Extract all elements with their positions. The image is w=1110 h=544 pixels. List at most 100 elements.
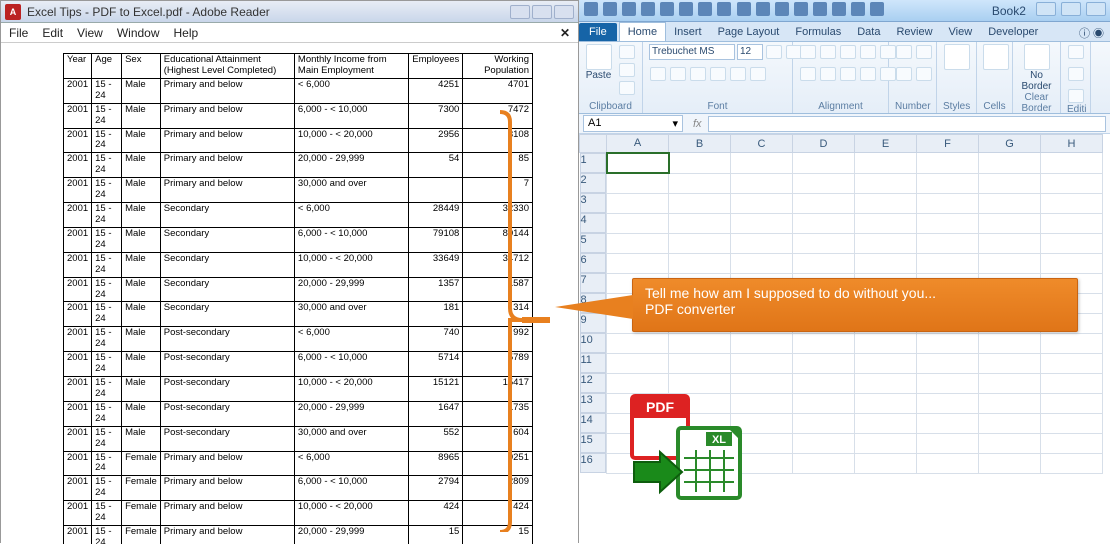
autosum-icon[interactable] [1068, 45, 1084, 59]
align-center-icon[interactable] [820, 67, 836, 81]
cell[interactable] [979, 373, 1041, 393]
cell[interactable] [917, 373, 979, 393]
cell[interactable] [607, 333, 669, 353]
paste-button[interactable]: Paste [585, 44, 612, 81]
select-all-corner[interactable] [580, 135, 607, 153]
cell[interactable] [917, 453, 979, 473]
cell[interactable] [1041, 453, 1103, 473]
cell[interactable] [607, 193, 669, 213]
cell[interactable] [793, 193, 855, 213]
cell[interactable] [1041, 213, 1103, 233]
cell[interactable] [793, 373, 855, 393]
increase-font-icon[interactable] [766, 45, 782, 59]
cell[interactable] [979, 393, 1041, 413]
qat-undo-icon[interactable] [622, 2, 636, 16]
cell[interactable] [607, 173, 669, 193]
cell[interactable] [731, 173, 793, 193]
cell[interactable] [793, 153, 855, 174]
cell[interactable] [855, 213, 917, 233]
qat-chevron-icon[interactable] [870, 2, 884, 16]
cell[interactable] [793, 453, 855, 473]
cut-icon[interactable] [619, 45, 635, 59]
ribbon-help-icon[interactable]: ⓘ ◉ [1073, 25, 1110, 41]
cell[interactable] [731, 233, 793, 253]
row-header[interactable]: 15 [580, 433, 606, 453]
cell[interactable] [1041, 333, 1103, 353]
cell[interactable] [793, 173, 855, 193]
cell[interactable] [979, 153, 1041, 174]
cell[interactable] [855, 233, 917, 253]
cell[interactable] [669, 253, 731, 273]
cell[interactable] [731, 353, 793, 373]
cell[interactable] [607, 373, 669, 393]
qat-item2-icon[interactable] [794, 2, 808, 16]
minimize-button[interactable] [510, 5, 530, 19]
cell[interactable] [607, 153, 669, 174]
menu-edit[interactable]: Edit [42, 26, 63, 40]
font-name-combo[interactable]: Trebuchet MS [649, 44, 735, 60]
align-bottom-icon[interactable] [840, 45, 856, 59]
cell[interactable] [1041, 393, 1103, 413]
row-header[interactable]: 11 [580, 353, 606, 373]
percent-icon[interactable] [896, 45, 912, 59]
cell[interactable] [979, 413, 1041, 433]
no-border-button[interactable]: NoBorder [1019, 44, 1054, 92]
cell[interactable] [917, 433, 979, 453]
col-header[interactable]: G [979, 135, 1041, 153]
cell[interactable] [917, 253, 979, 273]
row-header[interactable]: 12 [580, 373, 606, 393]
cell[interactable] [855, 353, 917, 373]
cell[interactable] [979, 173, 1041, 193]
qat-item5-icon[interactable] [851, 2, 865, 16]
cell[interactable] [793, 253, 855, 273]
font-color-icon[interactable] [750, 67, 766, 81]
name-box[interactable]: A1▾ [583, 115, 683, 132]
cell[interactable] [855, 393, 917, 413]
font-size-combo[interactable]: 12 [737, 44, 763, 60]
qat-open-icon[interactable] [679, 2, 693, 16]
cell[interactable] [1041, 253, 1103, 273]
cell[interactable] [731, 253, 793, 273]
cell[interactable] [793, 213, 855, 233]
close-doc-x-icon[interactable]: ✕ [560, 26, 570, 40]
cell[interactable] [917, 193, 979, 213]
qat-save-icon[interactable] [603, 2, 617, 16]
tab-home[interactable]: Home [619, 22, 666, 41]
formula-input[interactable] [708, 116, 1106, 132]
col-header[interactable]: H [1041, 135, 1103, 153]
qat-item3-icon[interactable] [813, 2, 827, 16]
cell[interactable] [979, 453, 1041, 473]
cell[interactable] [793, 353, 855, 373]
styles-button[interactable] [943, 44, 970, 70]
qat-new-icon[interactable] [660, 2, 674, 16]
cell[interactable] [793, 433, 855, 453]
align-left-icon[interactable] [800, 67, 816, 81]
cell[interactable] [793, 393, 855, 413]
row-header[interactable]: 1 [580, 153, 606, 173]
cell[interactable] [979, 253, 1041, 273]
cell[interactable] [917, 333, 979, 353]
fill-color-icon[interactable] [730, 67, 746, 81]
cell[interactable] [979, 213, 1041, 233]
cell[interactable] [793, 413, 855, 433]
cell[interactable] [979, 233, 1041, 253]
cell[interactable] [979, 353, 1041, 373]
cell[interactable] [855, 193, 917, 213]
cell[interactable] [855, 253, 917, 273]
cell[interactable] [1041, 153, 1103, 174]
maximize-button[interactable] [532, 5, 552, 19]
cell[interactable] [1041, 433, 1103, 453]
menu-window[interactable]: Window [117, 26, 160, 40]
cell[interactable] [917, 353, 979, 373]
fx-label[interactable]: fx [693, 118, 702, 130]
cell[interactable] [1041, 413, 1103, 433]
tab-page-layout[interactable]: Page Layout [710, 23, 788, 41]
tab-data[interactable]: Data [849, 23, 888, 41]
cell[interactable] [1041, 353, 1103, 373]
cells-button[interactable] [983, 44, 1009, 70]
menu-help[interactable]: Help [174, 26, 199, 40]
align-top-icon[interactable] [800, 45, 816, 59]
cell[interactable] [669, 373, 731, 393]
italic-icon[interactable] [670, 67, 686, 81]
col-header[interactable]: B [669, 135, 731, 153]
